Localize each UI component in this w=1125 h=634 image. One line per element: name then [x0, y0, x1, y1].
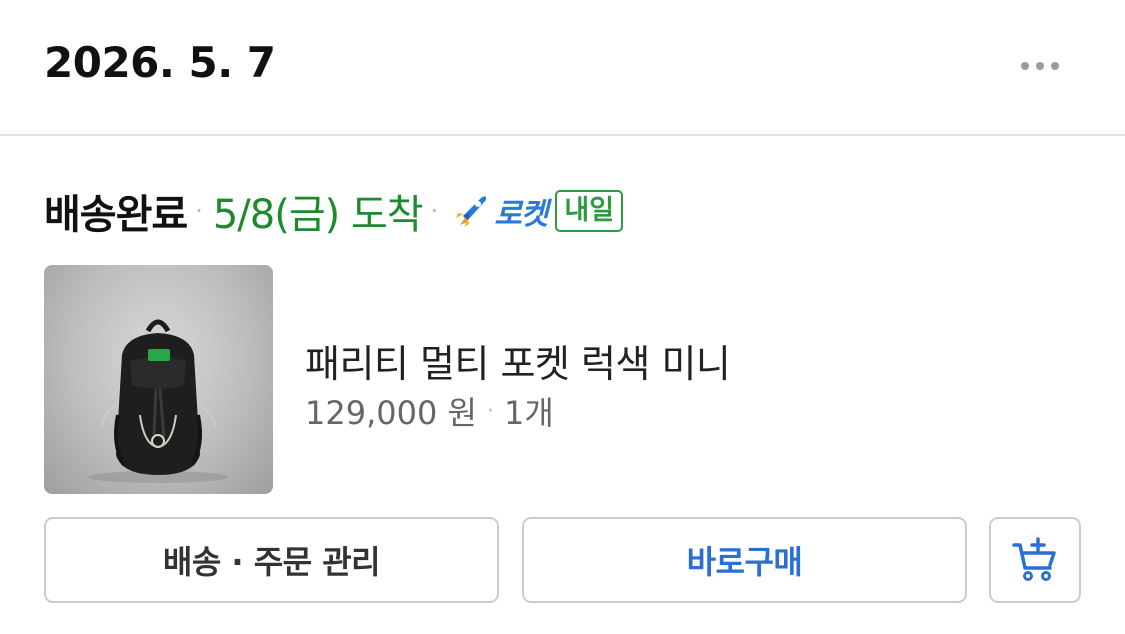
product-price: 129,000 원 [305, 394, 477, 432]
more-options-button[interactable] [1010, 44, 1070, 88]
add-to-cart-button[interactable] [989, 517, 1081, 603]
product-name[interactable]: 패리티 멀티 포켓 럭색 미니 [305, 333, 731, 388]
delivery-status: 배송완료 [44, 192, 188, 238]
rocket-delivery-label: 로켓 [494, 197, 548, 232]
buy-now-button[interactable]: 바로구매 [522, 517, 967, 603]
delivery-status-row: 배송완료 · 5/8(금) 도착 · 로켓 내일 [44, 183, 624, 239]
separator-dot: · [195, 197, 203, 225]
delivery-order-manage-button[interactable]: 배송 · 주문 관리 [44, 517, 499, 603]
order-header: 2026. 5. 7 [0, 0, 1125, 136]
more-icon-dot [1051, 62, 1059, 70]
delivery-badge: 내일 [555, 190, 624, 232]
arrival-date: 5/8(금) 도착 [212, 192, 424, 238]
more-icon-dot [1021, 62, 1029, 70]
product-image[interactable] [44, 265, 273, 494]
product-meta: 129,000 원 · 1개 [305, 388, 554, 434]
separator-dot: · [430, 197, 439, 225]
more-icon-dot [1036, 62, 1044, 70]
product-quantity: 1개 [503, 394, 554, 432]
add-to-cart-icon [1012, 537, 1056, 581]
rocket-icon [456, 196, 487, 227]
order-date: 2026. 5. 7 [44, 38, 276, 87]
separator-dot: · [486, 398, 494, 424]
backpack-image [88, 319, 228, 483]
